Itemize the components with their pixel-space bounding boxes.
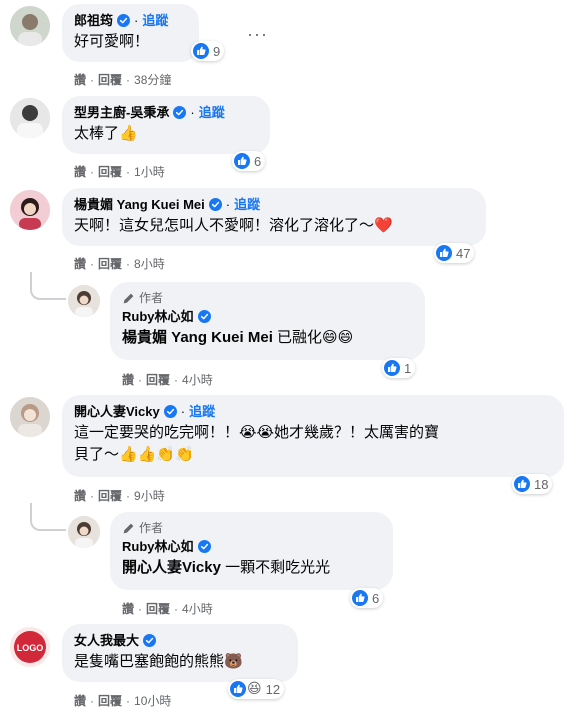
like-icon [352,590,368,606]
verified-icon [209,198,222,211]
timestamp[interactable]: 9小時 [134,489,165,503]
more-options-icon[interactable]: ··· [247,24,268,45]
comment-text: 這一定要哭的吃完啊！！😭😭她才幾歲？！太厲害的寶 [74,424,440,441]
comment-text-continued: 貝了～👍👍👏👏 [74,446,194,463]
comment-text: 天啊！這女兒怎叫人不愛啊！溶化了溶化了～❤️ [74,217,393,234]
like-button[interactable]: 讚 [74,73,86,87]
comment-text: 一顆不剩吃光光 [220,559,331,576]
svg-text:LOGO: LOGO [17,643,44,653]
like-button[interactable]: 讚 [122,602,134,616]
verified-icon [198,310,211,323]
timestamp[interactable]: 8小時 [134,257,165,271]
follow-button[interactable]: 追蹤 [234,196,260,213]
commenter-name[interactable]: 楊貴媚 Yang Kuei Mei [74,196,205,213]
reply-button[interactable]: 回覆 [98,73,122,87]
comment-bubble: 作者 Ruby林心如 楊貴媚 Yang Kuei Mei 已融化😄😄 [110,282,425,360]
reply-button[interactable]: 回覆 [98,694,122,708]
avatar[interactable] [10,397,50,437]
like-button[interactable]: 讚 [74,694,86,708]
timestamp[interactable]: 4小時 [182,373,213,387]
verified-icon [164,405,177,418]
author-badge: 作者 [122,520,381,536]
commenter-name[interactable]: 型男主廚-吳秉承 [74,104,169,121]
comment-bubble: 楊貴媚 Yang Kuei Mei · 追蹤 天啊！這女兒怎叫人不愛啊！溶化了溶… [62,188,486,246]
comment-text: 已融化😄😄 [272,329,354,346]
reply-button[interactable]: 回覆 [146,602,170,616]
comment-actions: 讚 · 回覆 · 10小時 [74,694,172,708]
commenter-name[interactable]: 郎祖筠 [74,12,113,29]
haha-icon: 😆 [247,681,262,697]
like-icon [514,476,530,492]
commenter-name[interactable]: 女人我最大 [74,632,139,649]
like-button[interactable]: 讚 [122,373,134,387]
verified-icon [173,106,186,119]
follow-button[interactable]: 追蹤 [142,12,168,29]
timestamp[interactable]: 4小時 [182,602,213,616]
comment-actions: 讚 · 回覆 · 4小時 [122,602,213,616]
timestamp[interactable]: 1小時 [134,165,165,179]
like-button[interactable]: 讚 [74,165,86,179]
commenter-name[interactable]: Ruby林心如 [122,538,194,555]
comment-text: 是隻嘴巴塞飽飽的熊熊🐻 [74,653,243,670]
reaction-count[interactable]: 😆 12 [228,679,285,699]
mention-link[interactable]: 開心人妻Vicky [122,559,221,576]
follow-button[interactable]: 追蹤 [189,403,215,420]
reaction-count[interactable]: 6 [232,151,266,171]
reply-button[interactable]: 回覆 [98,257,122,271]
reply-button[interactable]: 回覆 [98,165,122,179]
pen-icon [122,522,135,535]
comment-bubble: 郎祖筠 · 追蹤 好可愛啊！ [62,4,199,62]
avatar[interactable] [10,190,50,230]
verified-icon [143,634,156,647]
timestamp[interactable]: 38分鐘 [134,73,171,87]
avatar[interactable]: LOGO [10,627,50,667]
verified-icon [117,14,130,27]
comment-bubble: 開心人妻Vicky · 追蹤 這一定要哭的吃完啊！！😭😭她才幾歲？！太厲害的寶 … [62,395,564,477]
comment-text: 太棒了👍 [74,125,138,142]
commenter-name[interactable]: 開心人妻Vicky [74,403,160,420]
reaction-count[interactable]: 18 [512,474,553,494]
comment-actions: 讚 · 回覆 · 8小時 [74,257,165,271]
comment-actions: 讚 · 回覆 · 4小時 [122,373,213,387]
avatar[interactable] [68,516,100,548]
comment-text: 好可愛啊！ [74,33,150,50]
commenter-name[interactable]: Ruby林心如 [122,308,194,325]
like-icon [234,153,250,169]
reply-button[interactable]: 回覆 [98,489,122,503]
comment-bubble: 女人我最大 是隻嘴巴塞飽飽的熊熊🐻 [62,624,298,682]
reply-button[interactable]: 回覆 [146,373,170,387]
like-icon [436,245,452,261]
like-button[interactable]: 讚 [74,257,86,271]
reaction-count[interactable]: 6 [350,588,384,608]
like-icon [384,360,400,376]
comment-bubble: 作者 Ruby林心如 開心人妻Vicky 一顆不剩吃光光 [110,512,393,590]
thread-connector [30,272,66,300]
comment-actions: 讚 · 回覆 · 1小時 [74,165,165,179]
reaction-count[interactable]: 1 [382,358,416,378]
reaction-count[interactable]: 47 [434,243,475,263]
comment-bubble: 型男主廚-吳秉承 · 追蹤 太棒了👍 [62,96,270,154]
author-badge: 作者 [122,290,413,306]
avatar[interactable] [68,285,100,317]
like-button[interactable]: 讚 [74,489,86,503]
like-icon [193,43,209,59]
avatar[interactable] [10,6,50,46]
avatar[interactable] [10,98,50,138]
mention-link[interactable]: 楊貴媚 Yang Kuei Mei [122,329,273,346]
reaction-count[interactable]: 9 [191,41,225,61]
timestamp[interactable]: 10小時 [134,694,171,708]
comment-actions: 讚 · 回覆 · 9小時 [74,489,165,503]
comment-actions: 讚 · 回覆 · 38分鐘 [74,73,172,87]
pen-icon [122,292,135,305]
like-icon [230,681,246,697]
verified-icon [198,540,211,553]
thread-connector [30,503,66,531]
follow-button[interactable]: 追蹤 [199,104,225,121]
